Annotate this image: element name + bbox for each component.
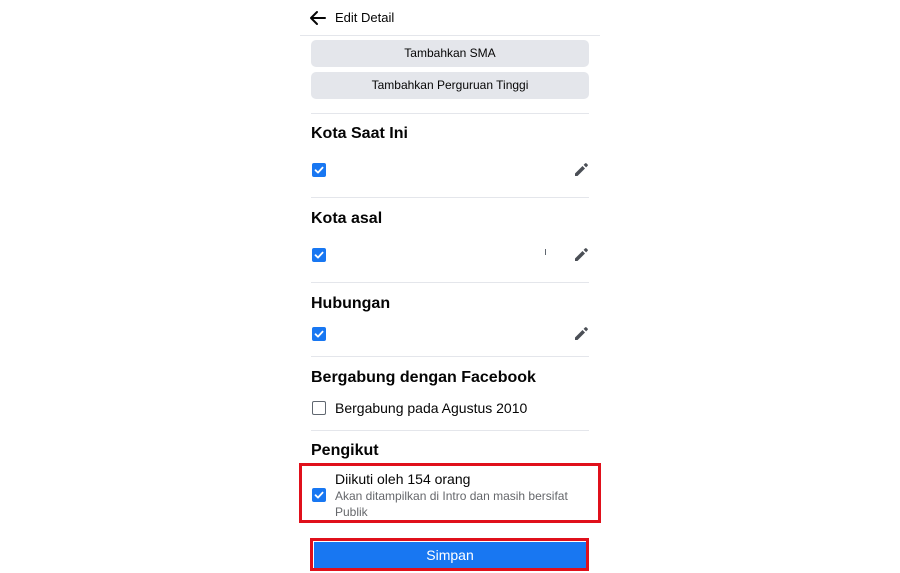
header-bar: Edit Detail bbox=[300, 0, 600, 36]
text-cursor-mark bbox=[545, 249, 546, 255]
back-arrow-icon[interactable] bbox=[308, 8, 328, 28]
divider bbox=[311, 430, 589, 431]
joined-checkbox[interactable] bbox=[312, 401, 326, 415]
edit-pencil-icon[interactable] bbox=[572, 161, 590, 179]
relationship-title: Hubungan bbox=[311, 295, 391, 312]
divider bbox=[311, 356, 589, 357]
save-highlight-box bbox=[310, 538, 589, 571]
divider bbox=[311, 113, 589, 114]
divider bbox=[311, 282, 589, 283]
hometown-title: Kota asal bbox=[311, 210, 383, 227]
followers-highlight-box bbox=[299, 463, 601, 523]
add-college-button[interactable]: Tambahkan Perguruan Tinggi bbox=[311, 72, 589, 99]
followers-title: Pengikut bbox=[311, 442, 379, 459]
current-city-title: Kota Saat Ini bbox=[311, 125, 408, 142]
hometown-checkbox[interactable] bbox=[312, 248, 326, 262]
page-title: Edit Detail bbox=[335, 10, 395, 25]
add-high-school-button[interactable]: Tambahkan SMA bbox=[311, 40, 589, 67]
edit-pencil-icon[interactable] bbox=[572, 325, 590, 343]
joined-date-label: Bergabung pada Agustus 2010 bbox=[335, 400, 528, 416]
relationship-checkbox[interactable] bbox=[312, 327, 326, 341]
edit-pencil-icon[interactable] bbox=[572, 246, 590, 264]
joined-facebook-title: Bergabung dengan Facebook bbox=[311, 369, 536, 386]
current-city-checkbox[interactable] bbox=[312, 163, 326, 177]
divider bbox=[311, 197, 589, 198]
